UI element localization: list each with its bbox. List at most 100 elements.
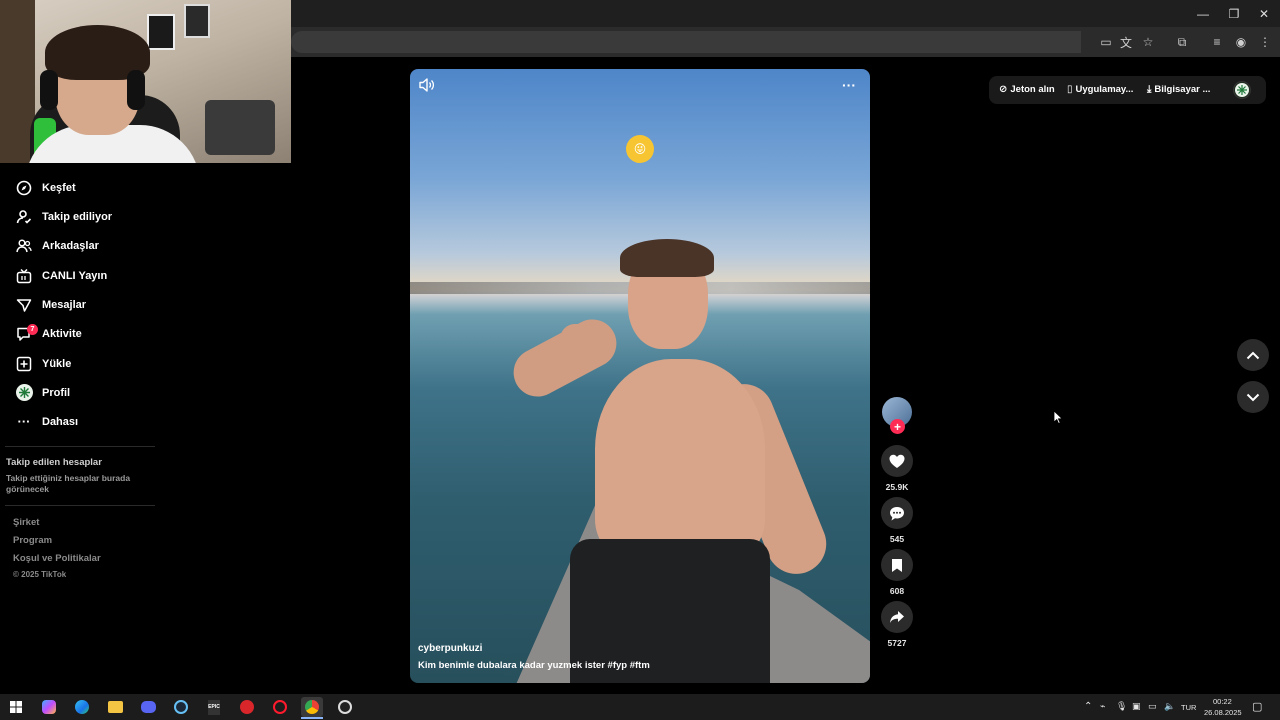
save-count: 608 <box>889 586 905 596</box>
chrome-icon[interactable] <box>301 697 323 717</box>
profile-icon[interactable]: ◉ <box>1232 33 1250 51</box>
windows-start-icon[interactable] <box>5 697 27 717</box>
video-person-arm <box>505 310 625 406</box>
opera-gx-icon[interactable] <box>269 697 291 717</box>
comment-count: 545 <box>889 534 905 544</box>
comment-icon <box>890 506 904 520</box>
save-button[interactable] <box>881 549 913 581</box>
sidebar-item-upload[interactable]: Yükle <box>0 349 170 378</box>
profile-avatar-icon <box>15 384 33 402</box>
active-app-indicator <box>301 717 323 719</box>
get-coins-button[interactable]: ⊘ Jeton alın <box>999 84 1055 95</box>
tray-usb-icon[interactable]: ⌁ <box>1100 701 1105 712</box>
following-accounts-title: Takip edilen hesaplar <box>6 457 102 468</box>
next-video-button[interactable] <box>1237 381 1269 413</box>
bookmark-star-icon[interactable]: ☆ <box>1139 33 1157 51</box>
sidebar-item-label: Dahası <box>42 415 79 428</box>
restore-icon[interactable]: ❐ <box>1219 0 1249 27</box>
sidebar-item-friends[interactable]: Arkadaşlar <box>0 231 170 260</box>
share-count: 5727 <box>887 638 907 648</box>
tray-display-icon[interactable]: ▣ <box>1132 701 1141 712</box>
get-app-label: Uygulamay... <box>1075 84 1134 95</box>
copyright: © 2025 TikTok <box>13 570 67 579</box>
footer-link-terms[interactable]: Koşul ve Politikalar <box>13 553 101 564</box>
speed-gauge-icon[interactable] <box>334 697 356 717</box>
sidebar-item-following[interactable]: Takip ediliyor <box>0 202 170 231</box>
chevron-up-icon <box>1246 351 1260 359</box>
footer-link-company[interactable]: Şirket <box>13 517 39 528</box>
notification-icon[interactable]: ▢ <box>1252 700 1262 713</box>
tray-mic-icon[interactable]: 🎙 <box>1116 701 1127 712</box>
previous-video-button[interactable] <box>1237 339 1269 371</box>
get-coins-label: Jeton alın <box>1010 84 1055 95</box>
sidebar-item-profile[interactable]: Profil <box>0 378 170 407</box>
sidebar-divider <box>5 446 155 447</box>
tray-date[interactable]: 26.08.2025 <box>1204 708 1242 717</box>
sidebar-item-messages[interactable]: Mesajlar <box>0 290 170 319</box>
webcam-poster <box>147 14 175 50</box>
follow-plus-icon[interactable]: + <box>890 419 905 434</box>
like-count: 25.9K <box>885 482 909 492</box>
tray-network-icon[interactable]: ▭ <box>1148 701 1157 712</box>
sidebar-item-label: Takip ediliyor <box>42 210 113 223</box>
volume-icon[interactable] <box>418 77 436 93</box>
video-person-hair <box>620 239 714 277</box>
address-bar[interactable] <box>291 31 1081 53</box>
sidebar-item-live[interactable]: CANLI Yayın <box>0 261 170 290</box>
sidebar-item-label: CANLI Yayın <box>42 269 108 282</box>
webcam-sofa <box>205 100 275 155</box>
epic-games-icon[interactable]: EPIC <box>203 697 225 717</box>
tray-chevron-up-icon[interactable]: ⌃ <box>1084 701 1092 712</box>
edge-icon[interactable] <box>71 697 93 717</box>
footer-link-program[interactable]: Program <box>13 535 52 546</box>
steam-icon[interactable] <box>170 697 192 717</box>
activity-badge: 7 <box>27 324 38 335</box>
send-icon <box>15 296 33 314</box>
get-app-button[interactable]: ▯ Uygulamay... <box>1067 84 1133 95</box>
comment-button[interactable] <box>881 497 913 529</box>
tray-language[interactable]: TUR <box>1181 703 1196 712</box>
app-red-icon[interactable] <box>236 697 258 717</box>
install-icon[interactable]: ▭ <box>1097 33 1115 51</box>
discord-icon[interactable] <box>137 697 159 717</box>
webcam-overlay <box>0 0 291 163</box>
video-person-fist <box>560 324 608 354</box>
download-icon: ⤓ <box>1147 84 1152 95</box>
heart-icon <box>889 454 905 468</box>
share-button[interactable] <box>881 601 913 633</box>
sidebar-item-explore[interactable]: Keşfet <box>0 173 170 202</box>
more-dots-icon: ··· <box>17 414 31 429</box>
sidebar-item-activity[interactable]: 7 Aktivite <box>0 319 170 348</box>
compass-icon <box>15 179 33 197</box>
close-icon[interactable]: ✕ <box>1249 0 1279 27</box>
tray-time[interactable]: 00:22 <box>1213 697 1232 706</box>
media-control-icon[interactable]: ≡ <box>1208 33 1226 51</box>
phone-icon: ▯ <box>1067 84 1073 95</box>
minimize-icon[interactable]: — <box>1188 0 1218 27</box>
mouse-cursor-icon <box>1053 410 1063 430</box>
menu-dots-icon[interactable]: ⋮ <box>1256 33 1274 51</box>
user-avatar[interactable] <box>1233 81 1251 99</box>
webcam-headset <box>40 70 58 110</box>
sidebar-divider <box>5 505 155 506</box>
copilot-icon[interactable] <box>38 697 60 717</box>
bookmark-icon <box>892 558 902 572</box>
extensions-icon[interactable]: ⧉ <box>1173 33 1191 51</box>
user-check-icon <box>15 208 33 226</box>
video-author[interactable]: cyberpunkuzi <box>418 643 482 654</box>
sidebar-item-label: Keşfet <box>42 181 76 194</box>
like-button[interactable] <box>881 445 913 477</box>
tray-volume-icon[interactable]: 🔈 <box>1164 701 1175 712</box>
desktop-app-button[interactable]: ⤓ Bilgisayar ... <box>1147 84 1210 95</box>
video-person-torso <box>595 359 765 559</box>
file-explorer-icon[interactable] <box>104 697 126 717</box>
following-accounts-hint: Takip ettiğiniz hesaplar burada görünece… <box>6 473 131 494</box>
webcam-poster <box>184 4 210 38</box>
sidebar-item-label: Arkadaşlar <box>42 239 99 252</box>
sidebar-item-more[interactable]: ··· Dahası <box>0 407 170 436</box>
translate-icon[interactable]: 文 <box>1117 33 1135 51</box>
live-tv-icon <box>15 267 33 285</box>
video-player[interactable]: 😜 ··· cyberpunkuzi Kim benimle dubalara … <box>410 69 870 683</box>
video-caption: Kim benimle dubalara kadar yuzmek ister … <box>418 660 650 671</box>
more-options-icon[interactable]: ··· <box>842 77 856 93</box>
